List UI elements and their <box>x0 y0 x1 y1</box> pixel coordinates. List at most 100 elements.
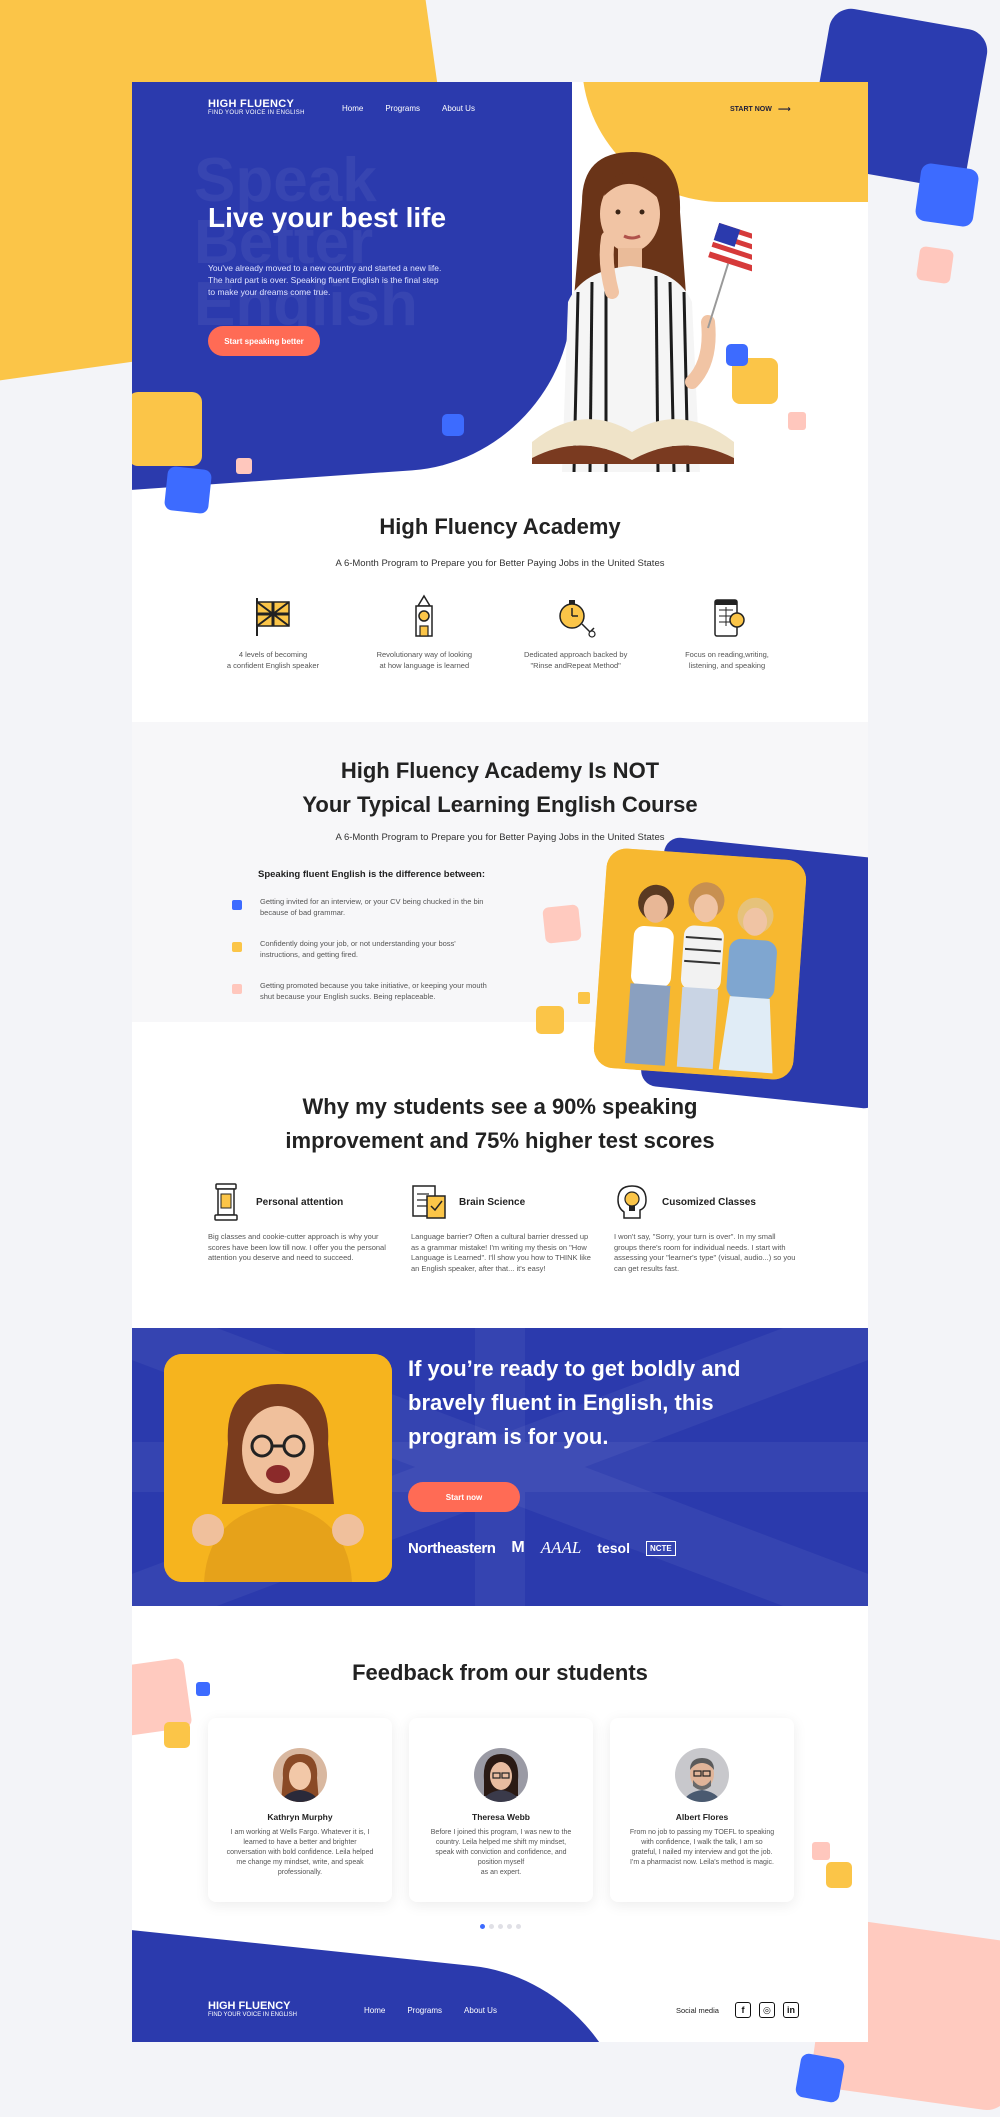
bg-decor-square <box>915 245 955 285</box>
testimonial-card: Albert Flores From no job to passing my … <box>610 1718 794 1902</box>
brand-name: HIGH FLUENCY <box>208 2000 291 2012</box>
decor-square <box>132 392 202 466</box>
bullet-square <box>232 984 242 994</box>
testimonial-card: Theresa Webb Before I joined this progra… <box>409 1718 593 1902</box>
why-item-title: Cusomized Classes <box>662 1196 756 1208</box>
brain-checklist-icon <box>412 1185 446 1219</box>
testimonial-text: From no job to passing my TOEFL to speak… <box>629 1829 775 1866</box>
partner-logo-tesol: tesol <box>597 1540 630 1556</box>
start-speaking-button[interactable]: Start speaking better <box>208 326 320 356</box>
hero-background-text: Speak Better English <box>194 146 418 339</box>
not-typical-subtitle: A 6-Month Program to Prepare you for Bet… <box>335 832 665 843</box>
big-ben-icon <box>415 594 434 637</box>
cta-section: If you’re ready to get boldly and bravel… <box>132 1328 868 1606</box>
why-item: Brain Science Language barrier? Often a … <box>411 1182 595 1274</box>
stopwatch-icon <box>558 600 596 638</box>
carousel-dot[interactable] <box>498 1924 503 1929</box>
decor-square <box>442 414 464 436</box>
carousel-dot[interactable] <box>507 1924 512 1929</box>
partner-logo-ncte: NCTE <box>645 1540 676 1556</box>
social-label: Social media <box>676 2005 719 2015</box>
uk-flag-icon <box>256 598 290 636</box>
brand-logo[interactable]: HIGH FLUENCY FIND YOUR VOICE IN ENGLISH <box>208 98 305 116</box>
hero-woman-photo <box>532 152 752 472</box>
why-item-text: Language barrier? Often a cultural barri… <box>411 1232 591 1273</box>
bullet-square <box>232 942 242 952</box>
brand-name: HIGH FLUENCY <box>208 98 295 110</box>
feature-item: Focus on reading,writing, listening, and … <box>662 594 792 671</box>
start-now-link[interactable]: START NOW ⟶ <box>730 104 791 115</box>
carousel-dot[interactable] <box>516 1924 521 1929</box>
avatar <box>675 1748 729 1802</box>
feedback-title: Feedback from our students <box>352 1660 648 1685</box>
academy-subtitle: A 6-Month Program to Prepare you for Bet… <box>335 558 665 569</box>
avatar <box>273 1748 327 1802</box>
difference-item: Getting promoted because you take initia… <box>232 980 512 1002</box>
bullet-square <box>232 900 242 910</box>
cta-title: If you’re ready to get boldly and bravel… <box>408 1356 741 1449</box>
why-item: Personal attention Big classes and cooki… <box>208 1182 392 1274</box>
testimonial-text: Before I joined this program, I was new … <box>430 1829 572 1876</box>
landing-page: Speak Better English HIGH FLUENCY FIND Y… <box>132 82 868 2042</box>
start-now-label: START NOW <box>730 106 772 113</box>
excited-woman-photo <box>164 1354 392 1582</box>
partner-logo-aaal: AAAL <box>540 1538 582 1557</box>
avatar <box>474 1748 528 1802</box>
difference-item: Getting invited for an interview, or you… <box>232 896 512 918</box>
instagram-icon[interactable]: ◎ <box>758 2002 775 2018</box>
footer-nav-programs[interactable]: Programs <box>407 2006 442 2015</box>
brand-tagline: FIND YOUR VOICE IN ENGLISH <box>208 110 305 116</box>
why-title: Why my students see a 90% speaking impro… <box>285 1094 715 1153</box>
start-now-button[interactable]: Start now <box>408 1482 520 1512</box>
footer-nav-about-us[interactable]: About Us <box>464 2006 497 2015</box>
top-nav: Home Programs About Us <box>342 104 475 113</box>
nav-home[interactable]: Home <box>342 104 363 113</box>
testimonial-card: Kathryn Murphy I am working at Wells Far… <box>208 1718 392 1902</box>
partner-logo-michigan: M <box>511 1539 525 1556</box>
difference-item: Confidently doing your job, or not under… <box>232 938 512 960</box>
footer-nav: Home Programs About Us <box>364 2006 497 2015</box>
brand-tagline: FIND YOUR VOICE IN ENGLISH <box>208 2012 297 2018</box>
linkedin-icon[interactable]: in <box>782 2002 799 2018</box>
why-columns: Personal attention Big classes and cooki… <box>208 1182 798 1274</box>
academy-title: High Fluency Academy <box>379 514 621 539</box>
lightbulb-head-icon <box>617 1185 647 1219</box>
testimonial-text: I am working at Wells Fargo. Whatever it… <box>226 1829 374 1876</box>
decor-square <box>788 412 806 430</box>
nav-programs[interactable]: Programs <box>385 104 420 113</box>
features-row: 4 levels of becoming a confident English … <box>208 594 792 671</box>
friends-photo <box>592 847 808 1081</box>
decor-square <box>536 1006 564 1034</box>
testimonial-cards: Kathryn Murphy I am working at Wells Far… <box>208 1718 794 1902</box>
why-item-text: Big classes and cookie-cutter approach i… <box>208 1232 386 1262</box>
decor-square <box>164 1722 190 1748</box>
decor-square <box>812 1842 830 1860</box>
bg-decor-square <box>794 2052 846 2104</box>
hero-description: You've already moved to a new country an… <box>208 263 442 297</box>
hero-title: Live your best life <box>208 202 447 233</box>
decor-square <box>542 904 582 944</box>
nav-about-us[interactable]: About Us <box>442 104 475 113</box>
hero-section: Speak Better English HIGH FLUENCY FIND Y… <box>132 82 868 515</box>
why-item-title: Brain Science <box>459 1196 526 1208</box>
social-links: Social media f ◎ in <box>676 2002 799 2018</box>
arrow-right-icon: ⟶ <box>777 104 791 114</box>
decor-square <box>578 992 590 1004</box>
carousel-dot[interactable] <box>489 1924 494 1929</box>
phone-booth-icon <box>714 599 745 637</box>
why-item-title: Personal attention <box>256 1196 344 1208</box>
difference-heading: Speaking fluent English is the differenc… <box>258 869 485 880</box>
facebook-icon[interactable]: f <box>734 2002 751 2018</box>
carousel-dot[interactable] <box>480 1924 485 1929</box>
testimonial-name: Theresa Webb <box>472 1812 530 1822</box>
feature-item: Revolutionary way of looking at how langu… <box>359 594 489 671</box>
footer-blue-shape <box>132 1928 632 2042</box>
footer-nav-home[interactable]: Home <box>364 2006 385 2015</box>
partner-logos: Northeastern M AAAL tesol NCTE <box>408 1538 676 1558</box>
why-item-text: I won't say, "Sorry, your turn is over".… <box>614 1232 796 1273</box>
feature-item: 4 levels of becoming a confident English … <box>208 594 338 671</box>
not-typical-title: High Fluency Academy Is NOT Your Typical… <box>302 758 698 817</box>
lantern-icon <box>214 1183 238 1221</box>
footer-logo[interactable]: HIGH FLUENCY FIND YOUR VOICE IN ENGLISH <box>208 2000 297 2018</box>
decor-square <box>826 1862 852 1888</box>
